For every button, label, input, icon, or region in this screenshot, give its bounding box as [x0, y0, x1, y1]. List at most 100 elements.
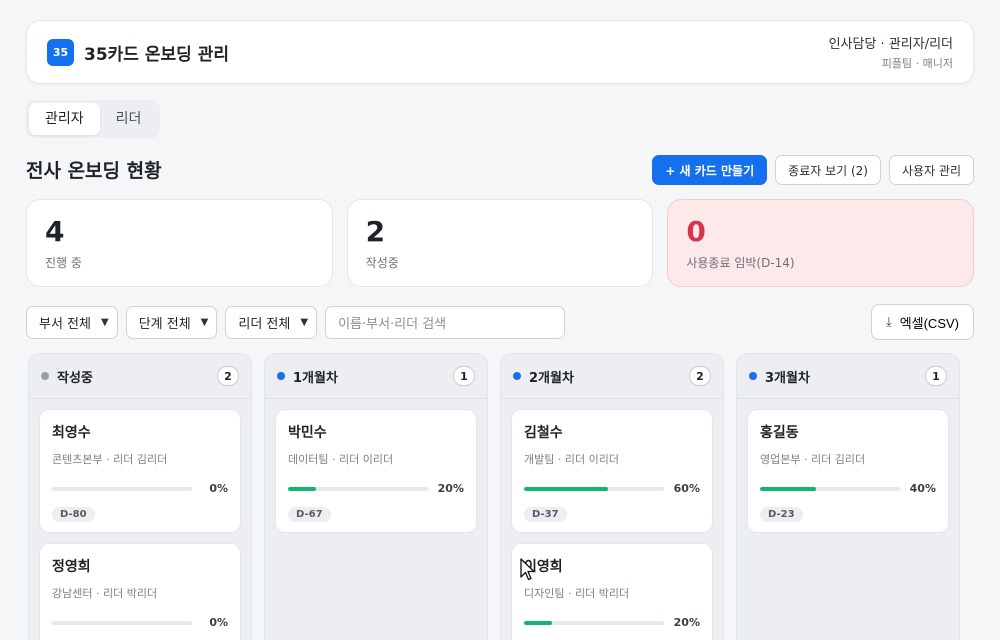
- status-dot-icon: [41, 372, 49, 380]
- progress-fill: [524, 486, 608, 491]
- app-header: 35 35카드 온보딩 관리 인사담당 · 관리자/리더 피플팀 · 매니저: [26, 20, 974, 84]
- dday-badge: D-37: [524, 507, 567, 522]
- column-month-3: 3개월차 1 홍길동 영업본부 · 리더 김리더 40% D-23: [736, 353, 960, 640]
- progress-label: 20%: [437, 482, 464, 495]
- status-dot-icon: [277, 372, 285, 380]
- dday-badge: D-80: [52, 507, 95, 522]
- kanban-board: 작성중 2 최영수 콘텐츠본부 · 리더 김리더 0% D-80 정영희 강남센…: [28, 353, 960, 640]
- dday-badge: D-67: [288, 507, 331, 522]
- progress-fill: [288, 486, 316, 491]
- progress-label: 40%: [909, 482, 936, 495]
- progress-row: 0%: [52, 482, 228, 495]
- column-month-1: 1개월차 1 박민수 데이터팀 · 리더 이리더 20% D-67: [264, 353, 488, 640]
- stat-label: 진행 중: [45, 256, 82, 270]
- new-card-button[interactable]: + 새 카드 만들기: [652, 155, 768, 185]
- tab-leader[interactable]: 리더: [100, 103, 158, 135]
- onboarding-card[interactable]: 김철수 개발팀 · 리더 이리더 60% D-37: [511, 409, 713, 533]
- card-meta: 영업본부 · 리더 김리더: [760, 453, 866, 466]
- progress-row: 20%: [524, 616, 700, 629]
- progress-bar: [52, 620, 192, 625]
- onboarding-card[interactable]: 홍길동 영업본부 · 리더 김리더 40% D-23: [747, 409, 949, 533]
- card-meta: 데이터팀 · 리더 이리더: [288, 453, 394, 466]
- column-count: 1: [453, 366, 475, 386]
- export-csv-button[interactable]: ⤓ 엑셀(CSV): [870, 304, 974, 340]
- user-info[interactable]: 인사담당 · 관리자/리더 피플팀 · 매니저: [829, 33, 953, 71]
- user-role: 인사담당 · 관리자/리더: [828, 37, 953, 52]
- chevron-down-icon: ▼: [200, 316, 209, 328]
- card-name: 박민수: [288, 425, 327, 441]
- progress-bar: [524, 486, 664, 491]
- column-count: 1: [925, 366, 947, 386]
- filter-bar: 부서 전체 ▼ 단계 전체 ▼ 리더 전체 ▼ 이름·부서·리더 검색 ⤓ 엑셀…: [26, 304, 974, 340]
- tab-admin[interactable]: 관리자: [29, 103, 100, 135]
- card-name: 최영수: [52, 425, 91, 441]
- column-title: 작성중: [57, 370, 93, 386]
- card-name: 정영희: [52, 559, 91, 575]
- view-retired-button[interactable]: 종료자 보기 (2): [775, 155, 881, 185]
- progress-row: 40%: [760, 482, 936, 495]
- stat-value: 4: [45, 215, 65, 248]
- stat-value: 2: [365, 215, 386, 248]
- progress-fill: [760, 486, 816, 491]
- role-tabs: 관리자 리더: [26, 100, 161, 138]
- stage-select-value: 단계 전체: [138, 316, 191, 332]
- progress-row: 20%: [288, 482, 464, 495]
- card-meta: 강남센터 · 리더 박리더: [52, 587, 158, 600]
- card-name: 이영희: [524, 559, 563, 575]
- department-select[interactable]: 부서 전체 ▼: [26, 305, 118, 339]
- progress-fill: [524, 620, 552, 625]
- divider: [29, 398, 251, 399]
- card-meta: 개발팀 · 리더 이리더: [524, 453, 619, 466]
- column-title: 2개월차: [529, 370, 574, 386]
- app-logo: 35: [47, 38, 74, 66]
- column-month-2: 2개월차 2 김철수 개발팀 · 리더 이리더 60% D-37 이영희 디자인…: [500, 353, 724, 640]
- progress-label: 60%: [673, 482, 700, 495]
- divider: [501, 398, 723, 399]
- mouse-cursor-icon: [520, 558, 535, 581]
- stat-expiring: 0 사용종료 임박(D-14): [667, 199, 975, 287]
- stat-drafting: 2 작성중: [346, 199, 654, 287]
- progress-label: 0%: [209, 482, 228, 495]
- progress-row: 0%: [52, 616, 228, 629]
- dday-badge: D-23: [760, 507, 803, 522]
- stat-label: 사용종료 임박(D-14): [686, 256, 795, 270]
- onboarding-card[interactable]: 이영희 디자인팀 · 리더 박리더 20%: [511, 543, 713, 640]
- column-header: 3개월차 1: [747, 354, 949, 398]
- page-actions: + 새 카드 만들기 종료자 보기 (2) 사용자 관리: [652, 155, 974, 185]
- column-header: 2개월차 2: [511, 354, 713, 398]
- divider: [265, 398, 487, 399]
- page-title: 전사 온보딩 현황: [26, 160, 162, 182]
- chevron-down-icon: ▼: [300, 316, 309, 328]
- progress-bar: [288, 486, 428, 491]
- card-name: 홍길동: [760, 425, 799, 441]
- department-select-value: 부서 전체: [39, 316, 91, 332]
- progress-row: 60%: [524, 482, 700, 495]
- column-title: 1개월차: [293, 370, 338, 386]
- card-name: 김철수: [524, 425, 563, 441]
- progress-bar: [52, 486, 192, 491]
- manage-users-button[interactable]: 사용자 관리: [888, 155, 974, 185]
- onboarding-card[interactable]: 최영수 콘텐츠본부 · 리더 김리더 0% D-80: [39, 409, 241, 533]
- progress-label: 20%: [673, 616, 700, 629]
- column-drafting: 작성중 2 최영수 콘텐츠본부 · 리더 김리더 0% D-80 정영희 강남센…: [28, 353, 252, 640]
- column-header: 작성중 2: [39, 354, 241, 398]
- chevron-down-icon: ▼: [100, 316, 109, 328]
- search-input[interactable]: 이름·부서·리더 검색: [325, 305, 566, 339]
- column-title: 3개월차: [765, 370, 810, 386]
- card-meta: 콘텐츠본부 · 리더 김리더: [52, 453, 168, 466]
- download-icon: ⤓: [885, 314, 892, 329]
- stat-in-progress: 4 진행 중: [26, 199, 333, 287]
- column-header: 1개월차 1: [275, 354, 477, 398]
- onboarding-card[interactable]: 박민수 데이터팀 · 리더 이리더 20% D-67: [275, 409, 477, 533]
- divider: [737, 398, 959, 399]
- app-title: 35카드 온보딩 관리: [84, 44, 229, 65]
- stats-row: 4 진행 중 2 작성중 0 사용종료 임박(D-14): [26, 199, 975, 287]
- leader-select[interactable]: 리더 전체 ▼: [225, 305, 318, 339]
- status-dot-icon: [513, 372, 521, 380]
- status-dot-icon: [749, 372, 757, 380]
- stage-select[interactable]: 단계 전체 ▼: [125, 305, 218, 339]
- onboarding-card[interactable]: 정영희 강남센터 · 리더 박리더 0%: [39, 543, 241, 640]
- export-label: 엑셀(CSV): [899, 315, 959, 331]
- progress-bar: [524, 620, 664, 625]
- card-meta: 디자인팀 · 리더 박리더: [524, 587, 630, 600]
